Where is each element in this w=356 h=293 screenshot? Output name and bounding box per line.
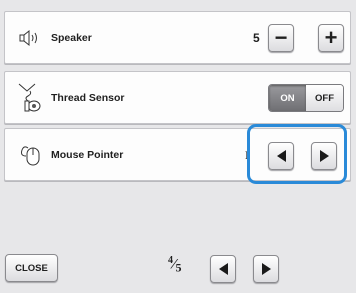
speaker-label: Speaker [51, 32, 92, 44]
thread-sensor-off-option[interactable]: OFF [306, 85, 343, 111]
speaker-decrease-button[interactable]: − [268, 24, 294, 52]
triangle-right-icon [261, 263, 271, 275]
speaker-increase-button[interactable]: + [318, 24, 344, 52]
page-prev-button[interactable] [210, 255, 236, 283]
thread-sensor-on-option[interactable]: ON [269, 85, 306, 111]
thread-sensor-label: Thread Sensor [51, 92, 125, 104]
speaker-icon [15, 22, 47, 54]
triangle-left-icon [218, 263, 228, 275]
thread-sensor-icon [15, 81, 47, 113]
settings-screen: Speaker 5 − + Thread Sensor ON OFF Mouse… [0, 0, 356, 293]
minus-icon: − [274, 25, 288, 50]
thread-sensor-setting-row: Thread Sensor ON OFF [4, 71, 351, 124]
speaker-setting-row: Speaker 5 − + [4, 11, 351, 64]
mouse-pointer-label: Mouse Pointer [51, 149, 124, 161]
page-total: 5 [175, 260, 182, 275]
mouse-icon [15, 139, 47, 171]
thread-sensor-toggle: ON OFF [268, 84, 344, 112]
speaker-volume-value: 5 [253, 31, 260, 45]
page-next-button[interactable] [253, 255, 279, 283]
mouse-pointer-selection-highlight [247, 124, 347, 184]
plus-icon: + [324, 25, 338, 50]
page-indicator: 4⁄5 [168, 255, 182, 276]
close-button[interactable]: CLOSE [5, 254, 58, 282]
